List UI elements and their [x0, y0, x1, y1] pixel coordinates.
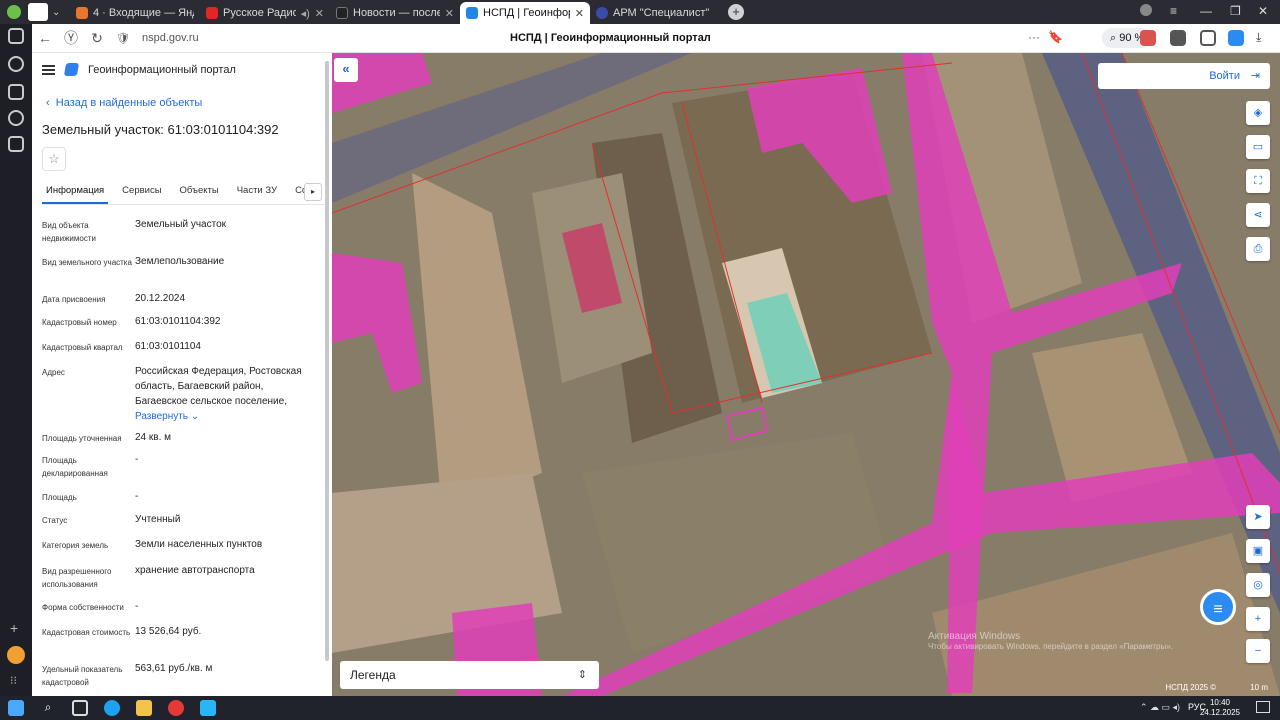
close-window-icon[interactable]: ✕ [1258, 4, 1268, 18]
collections-icon[interactable] [1200, 30, 1216, 46]
browser-logo-icon[interactable] [0, 5, 28, 19]
menu-icon[interactable]: ≡ [1170, 4, 1177, 18]
object-title: Земельный участок: 61:03:0101104:392 [42, 122, 279, 137]
panel-tabs: Информация Сервисы Объекты Части ЗУ Сост… [42, 183, 327, 205]
close-tab-icon[interactable]: ✕ [315, 7, 324, 20]
portal-name: Геоинформационный портал [88, 63, 236, 76]
yandex-browser-icon[interactable] [168, 700, 184, 716]
start-icon[interactable] [8, 700, 24, 716]
media-icon[interactable] [8, 110, 24, 126]
page-title: НСПД | Геоинформационный портал [510, 32, 711, 44]
expand-icon: ⇕ [577, 669, 587, 681]
lock-icon[interactable]: 🛡 [110, 32, 136, 45]
close-tab-icon[interactable]: ✕ [575, 7, 584, 20]
notification-icon[interactable] [1256, 701, 1270, 713]
tab-arm[interactable]: АРМ "Специалист" [590, 2, 720, 24]
radio-icon [206, 7, 218, 19]
task-view-icon[interactable] [72, 700, 88, 716]
extension-icon[interactable] [1140, 30, 1156, 46]
map-attribution: НСПД 2025 © 10 m [1165, 683, 1268, 692]
restore-icon[interactable]: ❐ [1230, 4, 1241, 18]
screenshot-icon[interactable] [8, 136, 24, 152]
windows-activation-watermark: Активация Windows Чтобы активировать Wind… [928, 631, 1173, 651]
audio-icon[interactable] [28, 3, 48, 21]
alice-icon[interactable] [7, 646, 25, 664]
profile-icon[interactable] [1140, 4, 1152, 16]
clock[interactable]: 10:40 24.12.2025 [1200, 698, 1240, 718]
expand-address-link[interactable]: Развернуть ⌄ [135, 411, 199, 422]
login-button[interactable]: Войти ⇥ [1098, 63, 1270, 89]
address-bar: ← Ⓨ ↻ 🛡 nspd.gov.ru НСПД | Геоинформацио… [32, 24, 1280, 53]
minimap-icon[interactable]: ▣ [1246, 539, 1270, 563]
minimize-icon[interactable]: — [1200, 4, 1212, 18]
chevron-left-icon: ‹ [46, 97, 56, 109]
url-field[interactable]: nspd.gov.ru [142, 32, 502, 44]
add-panel-icon[interactable]: + [10, 620, 18, 636]
news-icon [336, 7, 348, 19]
back-icon[interactable]: ← [32, 30, 58, 46]
tray-icons[interactable]: ⌃ ☁ ▭ ◂) [1140, 702, 1180, 713]
tab-nspd[interactable]: НСПД | Геоинформаци✕ [460, 2, 590, 24]
portal-logo-icon [63, 63, 80, 76]
navigate-icon[interactable]: ➤ [1246, 505, 1270, 529]
scale-bar: 10 m [1250, 683, 1268, 692]
bookmark-icon[interactable]: 🔖 [1048, 30, 1063, 44]
app-icon[interactable] [200, 700, 216, 716]
collapse-panel-button[interactable]: « [334, 58, 358, 82]
nspd-icon [466, 7, 478, 19]
windows-taskbar: ⌕ ⌃ ☁ ▭ ◂) РУС 10:40 24.12.2025 [0, 696, 1280, 720]
tab-news[interactable]: Новости — последние соб✕ [330, 2, 460, 24]
yandex-icon[interactable]: Ⓨ [58, 28, 84, 48]
reload-icon[interactable]: ↻ [84, 30, 110, 47]
tabs-next-button[interactable]: ▸ [304, 183, 322, 201]
chat-icon[interactable]: ≡ [1200, 589, 1236, 625]
edge-icon[interactable] [104, 700, 120, 716]
extension-icon[interactable] [1228, 30, 1244, 46]
new-tab-button[interactable]: + [728, 4, 744, 20]
tab-objects[interactable]: Объекты [176, 183, 223, 204]
more-icon[interactable]: ··· [1028, 30, 1040, 44]
downloads-icon[interactable]: ⤓ [1256, 30, 1272, 46]
star-icon[interactable]: ☆ [42, 147, 66, 171]
tab-services[interactable]: Сервисы [118, 183, 165, 204]
history-icon[interactable] [8, 56, 24, 72]
zoom-in-button[interactable]: + [1246, 607, 1270, 631]
bookmarks-icon[interactable] [8, 84, 24, 100]
select-area-icon[interactable]: ⛶ [1246, 169, 1270, 193]
arm-icon [596, 7, 608, 19]
close-tab-icon[interactable]: ✕ [445, 7, 454, 20]
zoom-icon: ⌕ [1110, 32, 1120, 44]
services-icon[interactable] [8, 28, 24, 44]
search-icon[interactable]: ⌕ [40, 700, 56, 716]
panel-header: Геоинформационный портал [42, 63, 236, 76]
browser-sidebar: + ⁝⁝ [0, 24, 32, 696]
address-text: Российская Федерация, Ростовская область… [135, 366, 302, 407]
browser-tab-bar: ⌄ 4 · Входящие — Яндекс По Русское Радио… [0, 0, 1280, 24]
zoom-out-button[interactable]: − [1246, 639, 1270, 663]
chevron-down-icon: ⌄ [188, 411, 200, 422]
print-icon[interactable]: ⎙ [1246, 237, 1270, 261]
back-to-results-link[interactable]: ‹ Назад в найденные объекты [46, 97, 202, 109]
explorer-icon[interactable] [136, 700, 152, 716]
tab-radio[interactable]: Русское Радио – слу◂)✕ [200, 2, 330, 24]
tab-parts[interactable]: Части ЗУ [233, 183, 281, 204]
satellite-map-image [332, 53, 1280, 696]
locate-icon[interactable]: ◎ [1246, 573, 1270, 597]
tab-mail[interactable]: 4 · Входящие — Яндекс По [70, 2, 200, 24]
legend-dropdown[interactable]: Легенда ⇕ [340, 661, 599, 689]
menu-icon[interactable] [42, 64, 55, 75]
mail-icon [76, 7, 88, 19]
layers-icon[interactable]: ◈ [1246, 101, 1270, 125]
share-icon[interactable]: ⋖ [1246, 203, 1270, 227]
login-icon: ⇥ [1250, 70, 1260, 82]
tab-info[interactable]: Информация [42, 183, 109, 204]
ruler-icon[interactable]: ▭ [1246, 135, 1270, 159]
map-view[interactable]: « Войти ⇥ ◈ ▭ ⛶ ⋖ ⎙ ➤ ▣ ◎ + − ≡ Активация… [332, 53, 1280, 696]
chevron-down-icon[interactable]: ⌄ [52, 7, 70, 18]
panel-scrollbar[interactable] [325, 61, 329, 661]
object-info-panel: Геоинформационный портал ‹ Назад в найде… [32, 53, 332, 696]
grid-icon[interactable]: ⁝⁝ [10, 674, 17, 687]
extension-icon[interactable] [1170, 30, 1186, 46]
speaker-icon[interactable]: ◂) [301, 7, 310, 20]
